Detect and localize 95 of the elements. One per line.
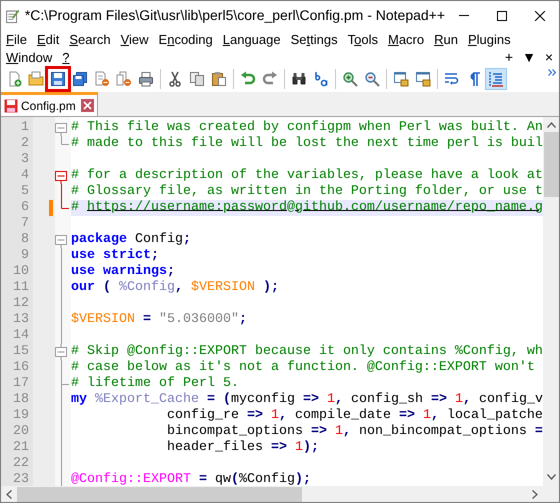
- scroll-down-icon[interactable]: [546, 474, 556, 480]
- line-number: 7: [20, 216, 30, 232]
- minimize-icon: [459, 15, 470, 16]
- zoom-in-icon: [342, 71, 358, 87]
- menu-item[interactable]: Run: [429, 30, 463, 48]
- scissors-icon: [167, 71, 183, 87]
- code-line: use warnings;: [71, 264, 175, 279]
- line-number: 20: [12, 424, 30, 440]
- floppy-disks-icon: [72, 71, 88, 87]
- line-number: 1: [20, 120, 30, 136]
- close-icon: [535, 10, 545, 20]
- documents-minus-icon: [116, 71, 132, 87]
- document-minus-icon: [94, 71, 110, 87]
- menu-item[interactable]: Plugins: [462, 30, 516, 48]
- code-line: # for a description of the variables, please have a look at: [71, 168, 543, 183]
- line-number: 12: [12, 296, 30, 312]
- maximize-icon: [497, 10, 508, 20]
- code-line: $VERSION = "5.036000";: [71, 312, 247, 327]
- line-number: 5: [20, 184, 30, 200]
- window-lock-icon: [415, 71, 431, 87]
- line-number: 4: [20, 168, 30, 184]
- word-wrap-icon: [444, 71, 460, 87]
- menu-item[interactable]: View: [116, 30, 154, 48]
- line-number: 8: [20, 232, 30, 248]
- scroll-left-icon[interactable]: [6, 490, 12, 498]
- code-line: # case below as it's not a function. @Config::EXPORT won't: [71, 360, 535, 375]
- replace-icon: [313, 71, 329, 87]
- redo-arrow-icon: [262, 71, 278, 87]
- window-title: *C:\Program Files\Git\usr\lib\perl5\core_perl\Config.pm - Notepad++: [24, 6, 446, 25]
- menu-item[interactable]: ?: [57, 48, 74, 66]
- code-line: config_re => 1, compile_date => 1, local_patche: [166, 408, 543, 423]
- code-line: # Glossary file, as written in the Porting folder, or use t: [71, 184, 543, 199]
- indent-guide-icon: [488, 71, 504, 87]
- menu-item[interactable]: Tools: [342, 30, 383, 48]
- printer-icon: [138, 71, 154, 87]
- fold-toggle-icon[interactable]: [55, 168, 68, 184]
- line-number: 19: [12, 408, 30, 424]
- more-tools-icon[interactable]: [548, 69, 559, 76]
- close-button[interactable]: ×: [541, 48, 557, 66]
- line-number: 16: [12, 360, 30, 376]
- fold-margin[interactable]: [55, 117, 71, 486]
- menu-item[interactable]: Language: [218, 30, 286, 48]
- menu-item[interactable]: Encoding: [154, 30, 218, 48]
- code-line: bincompat_options => 1, non_bincompat_options =: [166, 424, 543, 439]
- line-number: 15: [12, 344, 30, 360]
- scroll-up-icon[interactable]: [546, 122, 556, 128]
- line-number: 14: [12, 328, 30, 344]
- file-tab[interactable]: Config.pm: [1, 92, 98, 116]
- line-number: 10: [12, 264, 30, 280]
- code-line: # This file was created by configpm when Perl was built. An: [71, 120, 543, 135]
- line-number: 6: [20, 200, 30, 216]
- code-line: # lifetime of Perl 5.: [71, 376, 239, 391]
- tab-close-icon[interactable]: [80, 99, 94, 112]
- menu-item[interactable]: Window: [1, 48, 58, 66]
- code-line: @Config::EXPORT = qw(%Config);: [71, 472, 311, 486]
- code-line: # Skip @Config::EXPORT because it only contains %Config, wh: [71, 344, 543, 359]
- window-lock-icon: [393, 71, 409, 87]
- menu-item[interactable]: Settings: [286, 30, 343, 48]
- vertical-scrollbar[interactable]: [543, 117, 559, 486]
- line-number: 18: [12, 392, 30, 408]
- fold-toggle-icon[interactable]: [55, 232, 68, 248]
- code-line: package Config;: [71, 232, 191, 247]
- fold-toggle-icon[interactable]: [55, 344, 68, 360]
- line-number: 2: [20, 136, 30, 152]
- zoom-out-icon: [364, 71, 380, 87]
- code-line: my %Export_Cache = (myconfig => 1, config_sh => 1, config_v: [71, 392, 543, 407]
- horizontal-scrollbar[interactable]: [1, 486, 543, 502]
- menu-item[interactable]: Macro: [382, 30, 430, 48]
- add-button[interactable]: +: [501, 48, 517, 66]
- line-number: 3: [20, 152, 30, 168]
- code-line: use strict;: [71, 248, 159, 263]
- code-line: our ( %Config, $VERSION );: [71, 280, 279, 295]
- binoculars-icon: [291, 71, 307, 87]
- toolbar-button[interactable]: [47, 68, 69, 90]
- dropdown-button[interactable]: ▼: [521, 48, 537, 66]
- menu-item[interactable]: Search: [64, 30, 116, 48]
- line-number: 21: [12, 440, 30, 456]
- line-number: 9: [20, 248, 30, 264]
- copy-icon: [189, 71, 205, 87]
- fold-toggle-icon[interactable]: [55, 120, 68, 136]
- line-number: 23: [12, 472, 30, 486]
- folder-icon: [28, 71, 44, 87]
- line-number: 17: [12, 376, 30, 392]
- menu-item[interactable]: Edit: [32, 30, 64, 48]
- scrollbar-thumb[interactable]: [544, 132, 558, 197]
- line-number: 22: [12, 456, 30, 472]
- scroll-right-icon[interactable]: [532, 490, 538, 498]
- undo-arrow-icon: [240, 71, 256, 87]
- code-line: header_files => 1);: [166, 440, 319, 455]
- line-number: 13: [12, 312, 30, 328]
- line-number: 11: [12, 280, 30, 296]
- code-line: # made to this file will be lost the next time perl is buil: [71, 136, 543, 151]
- scrollbar-thumb[interactable]: [17, 486, 302, 502]
- menu-item[interactable]: File: [1, 30, 32, 48]
- clipboard-icon: [211, 71, 227, 87]
